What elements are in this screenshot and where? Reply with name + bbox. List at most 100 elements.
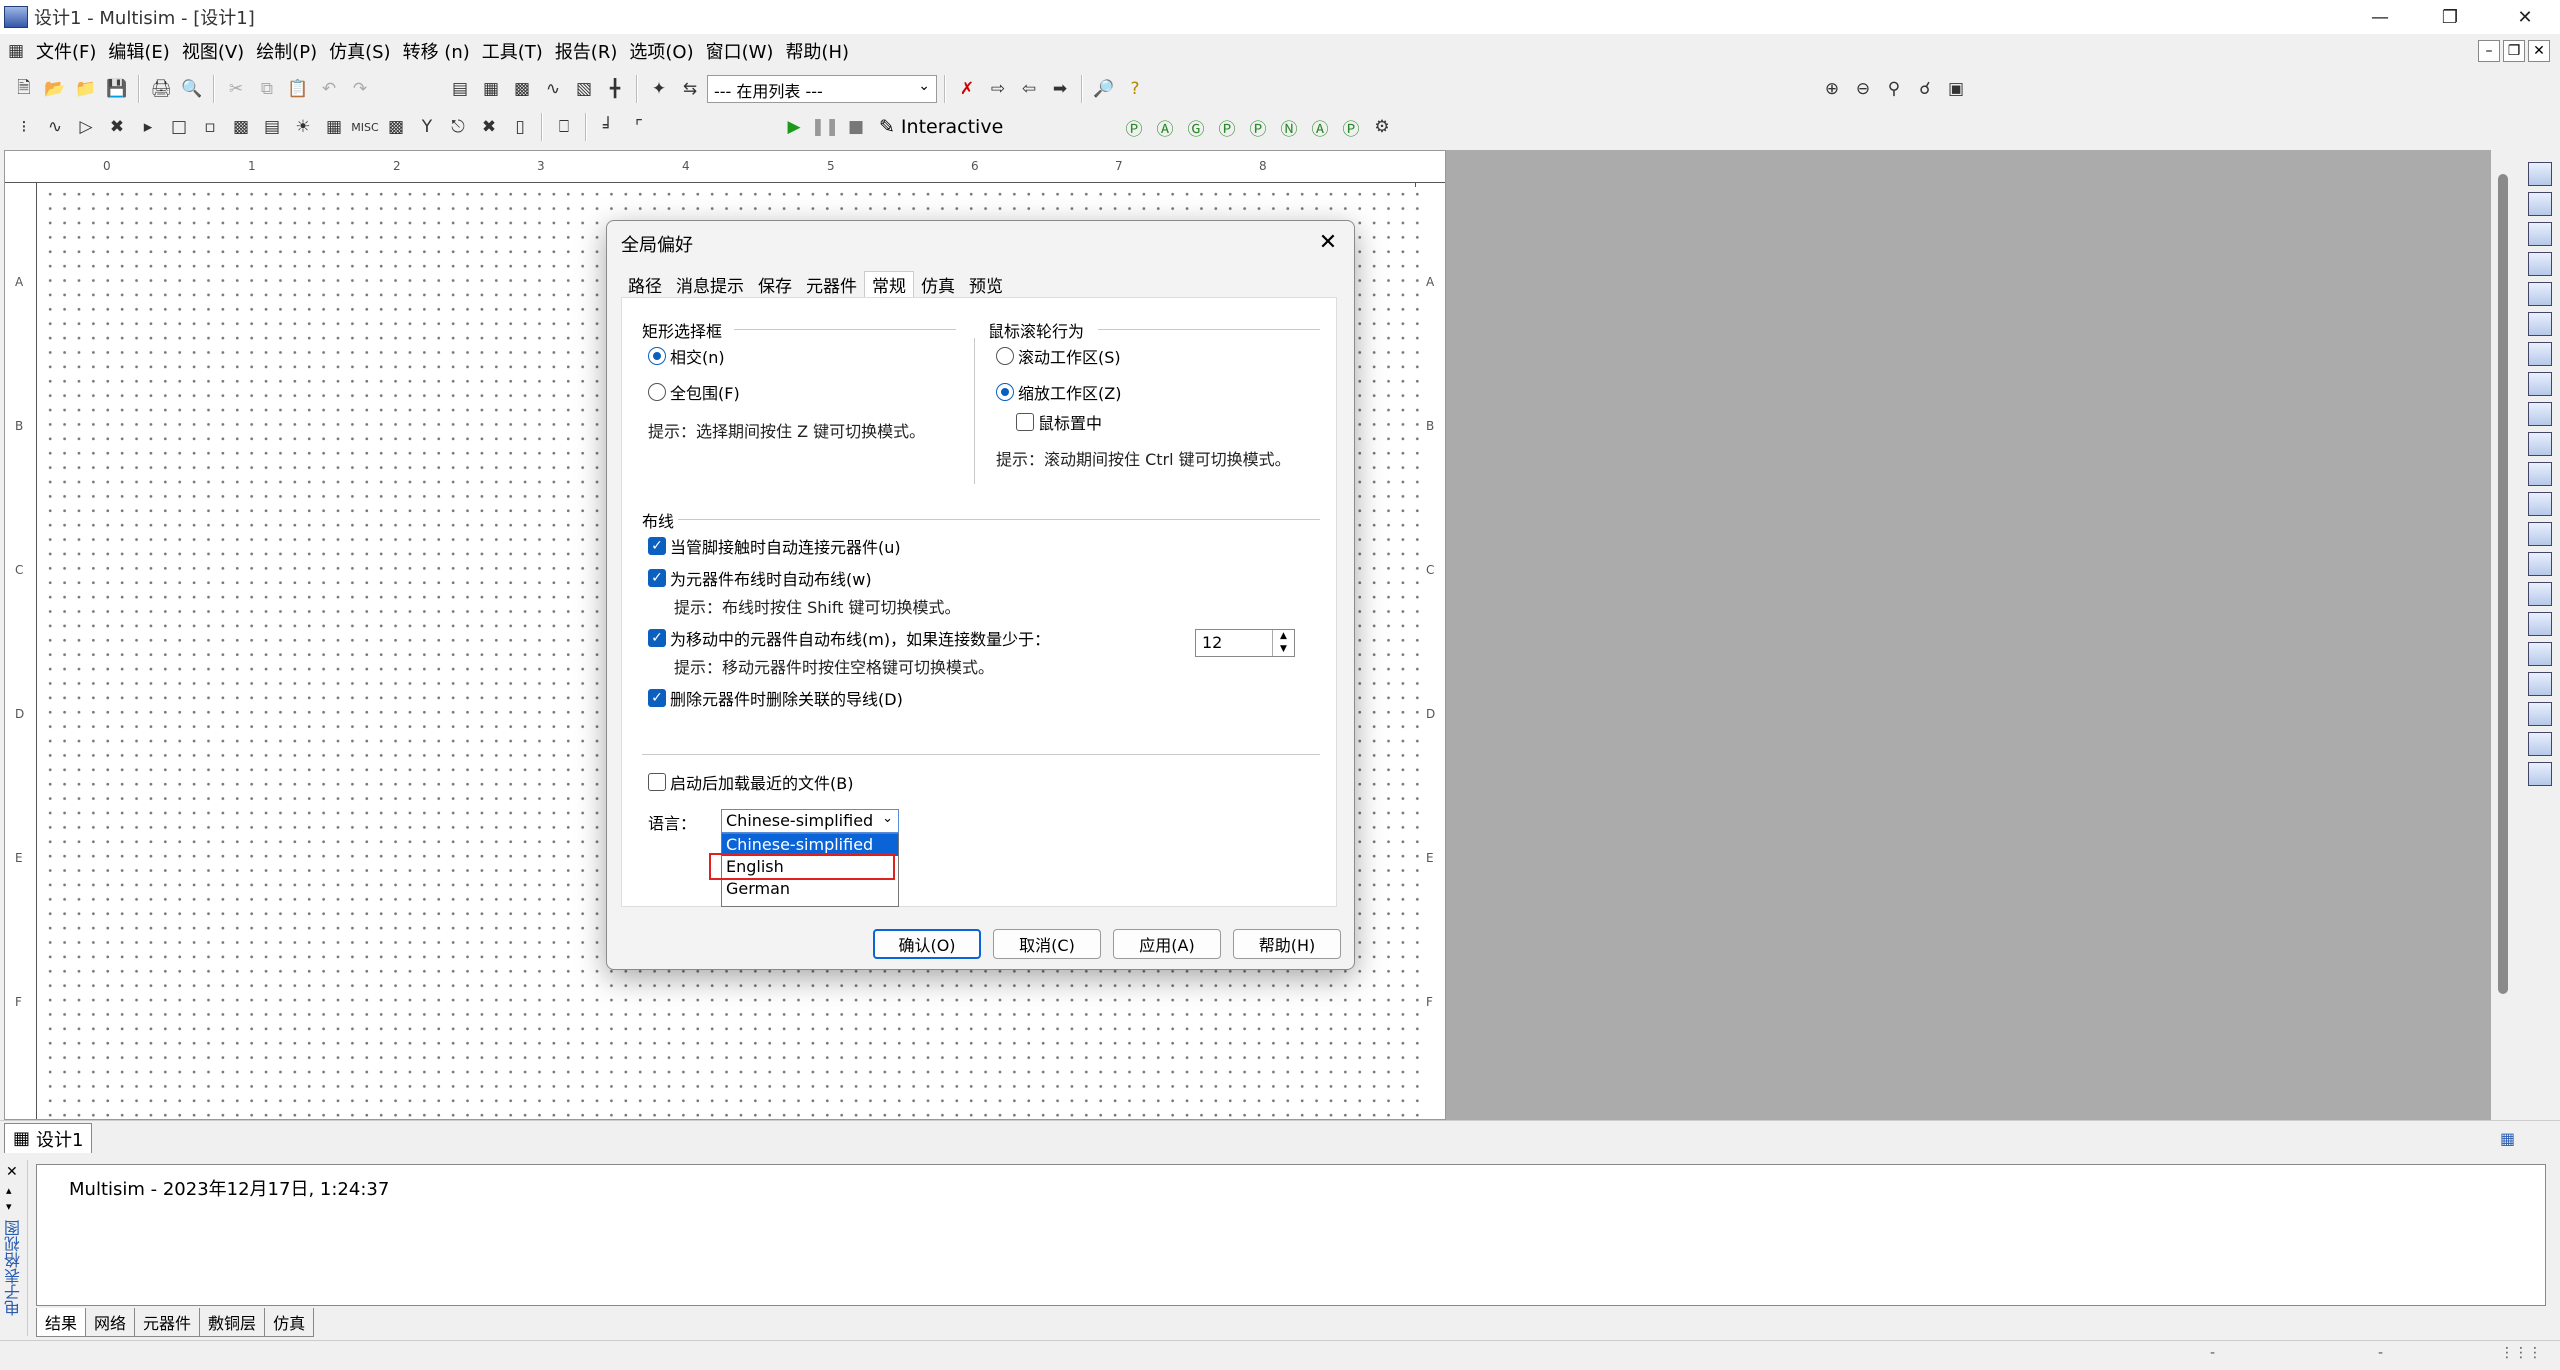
- tab-components[interactable]: 元器件: [799, 271, 864, 297]
- grapher-icon[interactable]: ∿: [539, 75, 567, 103]
- autowire-checkbox[interactable]: ✓ 为元器件布线时自动布线(w): [648, 566, 872, 590]
- radio-zoom-workspace[interactable]: 缩放工作区(Z): [996, 380, 1121, 404]
- tab-simulation[interactable]: 仿真: [914, 271, 962, 297]
- agilent-multimeter-icon[interactable]: [2528, 612, 2552, 636]
- reference-probe-icon[interactable]: Ⓟ: [1337, 113, 1365, 141]
- close-button[interactable]: ✕: [2490, 0, 2560, 34]
- function-generator-icon[interactable]: [2528, 192, 2552, 216]
- power-icon[interactable]: ▦: [320, 113, 348, 141]
- hierarchical-block-icon[interactable]: ⎕: [550, 113, 578, 141]
- document-menu-icon[interactable]: ▦: [2, 37, 30, 65]
- misc-digital-icon[interactable]: ▩: [227, 113, 255, 141]
- electromechanical-icon[interactable]: ⎋: [444, 113, 472, 141]
- frequency-counter-icon[interactable]: [2528, 342, 2552, 366]
- place-wire-icon[interactable]: ⌜: [625, 113, 653, 141]
- backannotate-icon[interactable]: ⇦: [1015, 75, 1043, 103]
- dialog-close-icon[interactable]: ✕: [1313, 227, 1343, 257]
- redo-icon[interactable]: ↷: [346, 75, 374, 103]
- print-preview-icon[interactable]: 🔍: [178, 75, 206, 103]
- open-sample-icon[interactable]: 📁: [72, 75, 100, 103]
- advanced-peripherals-icon[interactable]: ▩: [382, 113, 410, 141]
- agilent-generator-icon[interactable]: [2528, 582, 2552, 606]
- paste-icon[interactable]: 📋: [284, 75, 312, 103]
- current-clamp-icon[interactable]: [2528, 762, 2552, 786]
- current-probe-icon[interactable]: Ⓐ: [1151, 113, 1179, 141]
- save-icon[interactable]: 💾: [103, 75, 131, 103]
- analog-icon[interactable]: ▸: [134, 113, 162, 141]
- load-recent-checkbox[interactable]: 启动后加载最近的文件(B): [648, 770, 853, 794]
- voltage-probe-icon[interactable]: Ⓟ: [1120, 113, 1148, 141]
- menu-tools[interactable]: 工具(T): [476, 38, 549, 64]
- language-select[interactable]: Chinese-simplified ⌄: [721, 809, 899, 833]
- tab-nets[interactable]: 网络: [85, 1308, 136, 1337]
- cancel-button[interactable]: 取消(C): [993, 929, 1101, 959]
- misc-icon[interactable]: MISC: [351, 113, 379, 141]
- wattmeter-icon[interactable]: [2528, 222, 2552, 246]
- ni-components-icon[interactable]: ✖: [475, 113, 503, 141]
- scrollbar-thumb[interactable]: [2498, 174, 2508, 994]
- menu-place[interactable]: 绘制(P): [250, 38, 323, 64]
- undo-icon[interactable]: ↶: [315, 75, 343, 103]
- design-tab[interactable]: ▦ 设计1: [4, 1123, 93, 1153]
- cmos-icon[interactable]: ▫: [196, 113, 224, 141]
- database-manager-icon[interactable]: ▩: [508, 75, 536, 103]
- postprocessor-icon[interactable]: ▧: [570, 75, 598, 103]
- agilent-oscilloscope-icon[interactable]: [2528, 642, 2552, 666]
- stop-icon[interactable]: ■: [842, 113, 870, 141]
- rf-icon[interactable]: Y: [413, 113, 441, 141]
- menu-simulate[interactable]: 仿真(S): [323, 38, 396, 64]
- word-generator-icon[interactable]: [2528, 372, 2552, 396]
- panel-options-icon[interactable]: ▦: [2500, 1129, 2515, 1148]
- menu-file[interactable]: 文件(F): [30, 38, 102, 64]
- size-grip-icon[interactable]: ⋮⋮⋮: [2500, 1345, 2542, 1361]
- tektronix-oscilloscope-icon[interactable]: [2528, 672, 2552, 696]
- mdi-restore-button[interactable]: ❐: [2503, 40, 2525, 62]
- transistor-icon[interactable]: ✖: [103, 113, 131, 141]
- tab-results[interactable]: 结果: [36, 1308, 87, 1337]
- zoom-in-icon[interactable]: ⊕: [1818, 75, 1846, 103]
- tab-message-prompts[interactable]: 消息提示: [669, 271, 751, 297]
- labview-instrument-icon[interactable]: [2528, 702, 2552, 726]
- center-mouse-checkbox[interactable]: 鼠标置中: [1016, 410, 1102, 434]
- power-probe-icon[interactable]: Ⓖ: [1182, 113, 1210, 141]
- cut-icon[interactable]: ✂: [222, 75, 250, 103]
- radio-intersect[interactable]: 相交(n): [648, 344, 725, 368]
- mcu-icon[interactable]: ▯: [506, 113, 534, 141]
- digital-probe-icon[interactable]: Ⓝ: [1275, 113, 1303, 141]
- bode-plotter-icon[interactable]: [2528, 312, 2552, 336]
- minimize-button[interactable]: —: [2345, 0, 2415, 34]
- probe-settings-icon[interactable]: ⚙: [1368, 113, 1396, 141]
- connection-count-stepper[interactable]: 12 ▲ ▼: [1195, 629, 1295, 657]
- mdi-close-button[interactable]: ✕: [2528, 40, 2550, 62]
- basic-icon[interactable]: ∿: [41, 113, 69, 141]
- iv-analyzer-icon[interactable]: [2528, 462, 2552, 486]
- logic-converter-icon[interactable]: [2528, 402, 2552, 426]
- apply-button[interactable]: 应用(A): [1113, 929, 1221, 959]
- distortion-analyzer-icon[interactable]: [2528, 492, 2552, 516]
- menu-edit[interactable]: 编辑(E): [102, 38, 175, 64]
- tab-simulation[interactable]: 仿真: [264, 1308, 315, 1337]
- erc-icon[interactable]: ✗: [953, 75, 981, 103]
- new-icon[interactable]: 🗎: [10, 75, 38, 103]
- in-use-list-dropdown[interactable]: --- 在用列表 --- ⌄: [707, 75, 937, 103]
- indicator-icon[interactable]: ☀: [289, 113, 317, 141]
- transfer-ultiboard-icon[interactable]: ⇨: [984, 75, 1012, 103]
- toggle-design-toolbox-icon[interactable]: ▤: [446, 75, 474, 103]
- menu-options[interactable]: 选项(O): [623, 38, 699, 64]
- differential-voltage-probe-icon[interactable]: Ⓟ: [1213, 113, 1241, 141]
- spectrum-analyzer-icon[interactable]: [2528, 522, 2552, 546]
- voltage-reference-probe-icon[interactable]: Ⓟ: [1244, 113, 1272, 141]
- mixed-icon[interactable]: ▤: [258, 113, 286, 141]
- delete-wires-checkbox[interactable]: ✓ 删除元器件时删除关联的导线(D): [648, 686, 903, 710]
- menu-window[interactable]: 窗口(W): [700, 38, 780, 64]
- tab-components[interactable]: 元器件: [134, 1308, 201, 1337]
- help-icon[interactable]: ?: [1121, 75, 1149, 103]
- zoom-out-icon[interactable]: ⊖: [1849, 75, 1877, 103]
- tab-preview[interactable]: 预览: [962, 271, 1010, 297]
- source-icon[interactable]: ⁝: [10, 113, 38, 141]
- zoom-fit-icon[interactable]: ☌: [1911, 75, 1939, 103]
- oscilloscope-icon[interactable]: [2528, 252, 2552, 276]
- full-screen-icon[interactable]: ▣: [1942, 75, 1970, 103]
- open-icon[interactable]: 📂: [41, 75, 69, 103]
- menu-reports[interactable]: 报告(R): [549, 38, 624, 64]
